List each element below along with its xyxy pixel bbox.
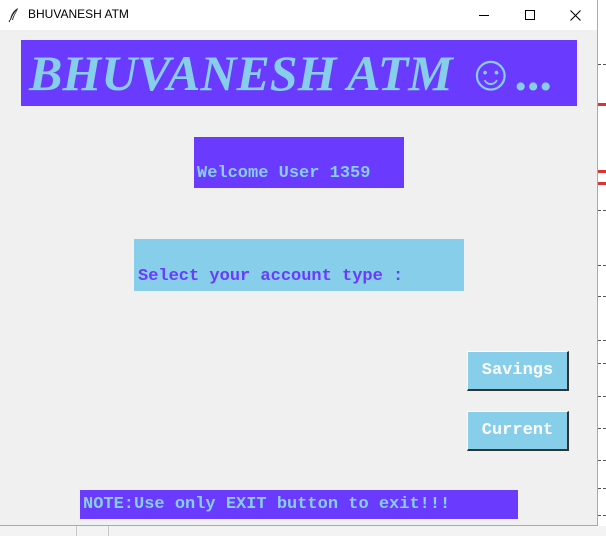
current-button[interactable]: Current bbox=[467, 411, 569, 451]
background-editor-mark bbox=[598, 182, 606, 185]
background-editor-line bbox=[598, 515, 606, 517]
account-type-prompt: Select your account type : bbox=[134, 239, 464, 291]
atm-content: BHUVANESH ATM ☺... Welcome User 1359 Sel… bbox=[0, 30, 597, 525]
maximize-button[interactable] bbox=[507, 0, 553, 30]
background-editor-line bbox=[598, 460, 606, 462]
exit-note: NOTE:Use only EXIT button to exit!!! bbox=[80, 490, 518, 519]
minimize-icon bbox=[479, 10, 489, 20]
background-editor-line bbox=[598, 210, 606, 212]
savings-button[interactable]: Savings bbox=[467, 351, 569, 391]
window-title: BHUVANESH ATM bbox=[28, 7, 129, 21]
background-editor-divider bbox=[108, 526, 109, 536]
close-button[interactable] bbox=[552, 0, 598, 30]
background-editor-mark bbox=[598, 170, 606, 173]
background-editor-statusbar bbox=[0, 526, 606, 536]
background-editor-line bbox=[598, 296, 606, 298]
background-editor-divider bbox=[76, 526, 77, 536]
atm-banner: BHUVANESH ATM ☺... bbox=[21, 40, 577, 106]
background-editor-line bbox=[598, 396, 606, 398]
background-editor-line bbox=[598, 64, 606, 66]
background-editor-mark bbox=[598, 103, 606, 106]
background-editor-line bbox=[598, 488, 606, 490]
background-editor-line bbox=[598, 340, 606, 342]
maximize-icon bbox=[525, 10, 535, 20]
title-bar[interactable]: BHUVANESH ATM bbox=[0, 0, 597, 30]
close-icon bbox=[569, 9, 581, 21]
feather-icon bbox=[8, 7, 20, 23]
background-editor-line bbox=[598, 428, 606, 430]
atm-window: BHUVANESH ATM BHUVANESH ATM ☺... Welcome… bbox=[0, 0, 598, 526]
minimize-button[interactable] bbox=[461, 0, 507, 30]
background-editor-line bbox=[598, 265, 606, 267]
welcome-label: Welcome User 1359 bbox=[194, 137, 404, 188]
background-editor-line bbox=[598, 363, 606, 365]
